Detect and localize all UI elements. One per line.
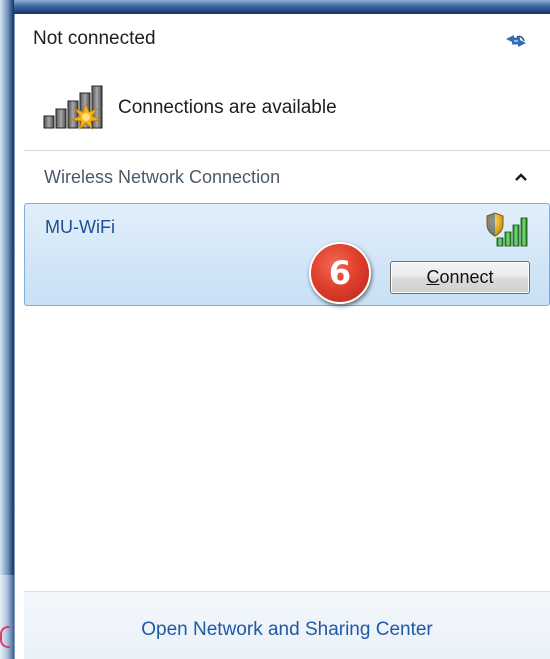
step-number-badge: 6 [309, 242, 371, 304]
collapse-button[interactable] [508, 164, 534, 190]
network-list-item-mu-wifi[interactable]: MU-WiFi 6 Connect [24, 203, 550, 306]
window-frame-top [0, 0, 550, 14]
window-frame-left [0, 0, 14, 659]
open-network-sharing-center-link[interactable]: Open Network and Sharing Center [24, 619, 550, 641]
secured-signal-bars-icon [486, 212, 528, 247]
network-name: MU-WiFi [45, 217, 115, 237]
connection-status-title: Not connected [33, 28, 156, 49]
section-label: Wireless Network Connection [44, 167, 281, 187]
chevron-up-icon [515, 173, 527, 181]
network-flyout-window: Not connected Connections are available … [0, 0, 550, 659]
availability-text: Connections are available [118, 97, 337, 118]
refresh-button[interactable] [502, 30, 530, 52]
background-mark [0, 626, 10, 648]
connect-label: onnect [439, 267, 494, 287]
signal-bars-starburst-icon [43, 85, 103, 130]
refresh-arrows-icon [506, 35, 526, 47]
wireless-section-header[interactable]: Wireless Network Connection [24, 160, 550, 198]
connect-button[interactable]: Connect [390, 261, 530, 294]
divider [24, 150, 550, 151]
connect-mnemonic: C [426, 267, 440, 287]
footer-bar: Open Network and Sharing Center [24, 591, 550, 659]
